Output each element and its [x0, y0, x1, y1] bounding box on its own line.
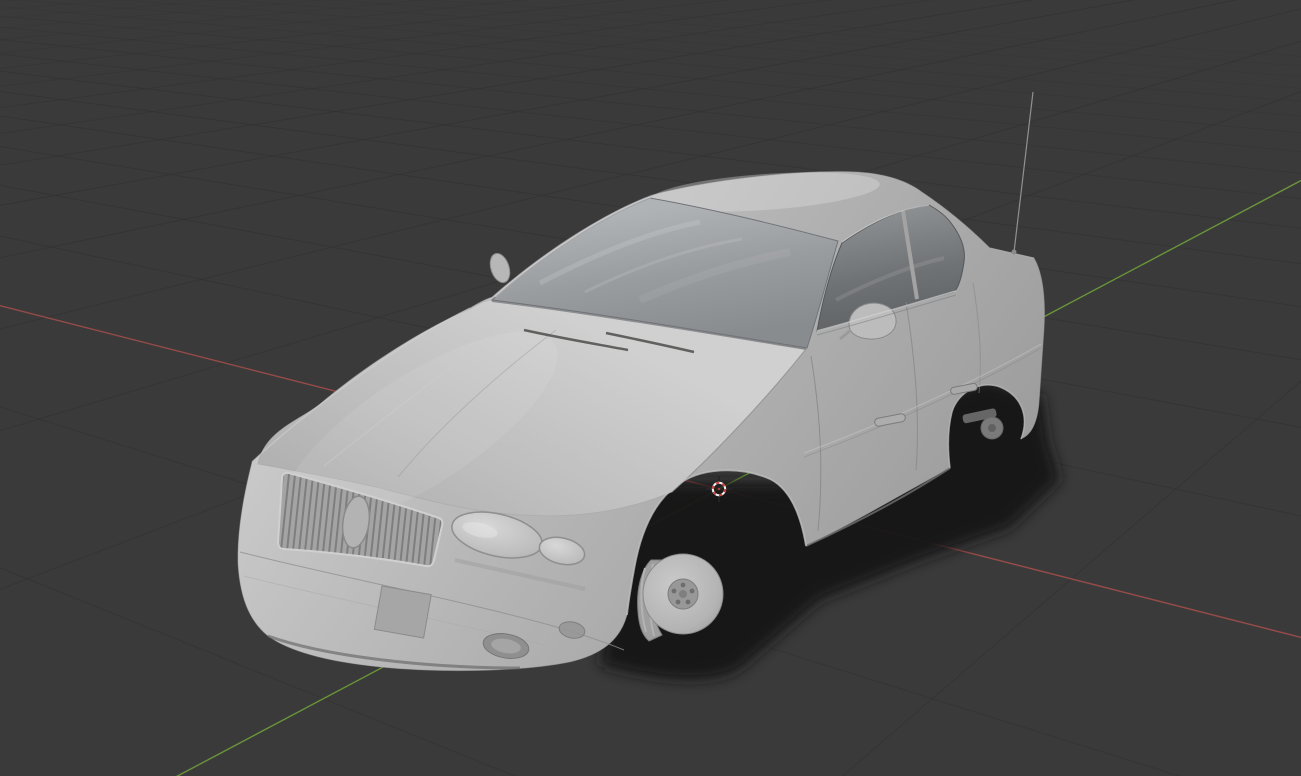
- antenna-base: [1011, 249, 1017, 255]
- hub-center-cap: [679, 590, 687, 598]
- 3d-viewport[interactable]: [0, 0, 1301, 776]
- cursor-center-dot: [717, 487, 721, 491]
- viewport-canvas[interactable]: [0, 0, 1301, 776]
- license-plate-mount: [373, 585, 432, 639]
